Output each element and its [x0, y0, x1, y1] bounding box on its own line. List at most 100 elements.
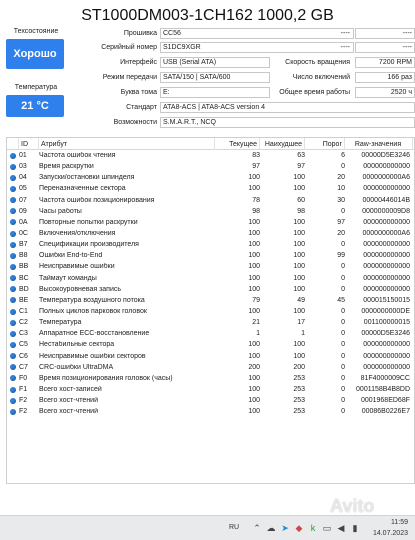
row-raw: 0000000000A6 [362, 230, 411, 238]
cloud-icon[interactable]: ☁ [266, 523, 276, 533]
status-cell [7, 263, 19, 270]
row-raw: 0000000000A6 [362, 174, 411, 182]
k-app-icon[interactable]: k [308, 523, 318, 533]
transfer-label: Режим передачи [102, 74, 157, 81]
clock-date[interactable]: 14.07.2023 [368, 530, 408, 537]
row-threshold: 0 [341, 341, 345, 349]
row-worst: 100 [293, 218, 305, 226]
row-threshold: 0 [341, 319, 345, 327]
language-indicator[interactable]: RU [229, 524, 239, 531]
header-raw[interactable]: Raw-значения [345, 138, 413, 150]
table-row[interactable]: 0C Включения/отключения 100 100 20 0000000000… [7, 228, 414, 239]
row-worst: 49 [297, 296, 305, 304]
row-worst: 100 [293, 174, 305, 182]
blank1-field[interactable]: ---- [355, 28, 415, 39]
telegram-icon[interactable]: ➤ [280, 523, 290, 533]
rpm-field[interactable]: 7200 RPM [355, 57, 415, 68]
header-id[interactable]: ID [19, 138, 39, 150]
standard-field[interactable]: ATA8-ACS | ATA8-ACS version 4 [160, 102, 415, 113]
row-worst: 253 [293, 408, 305, 416]
table-row[interactable]: F2 Всего хост-чтений 100 253 0 00086B0226E7 [7, 406, 414, 417]
row-threshold: 0 [341, 363, 345, 371]
status-cell [7, 397, 19, 404]
row-attribute: Температура воздушного потока [39, 296, 145, 304]
row-current: 100 [248, 241, 260, 249]
table-row[interactable]: 07 Частота ошибок позиционирования 78 60 30 0… [7, 195, 414, 206]
row-current: 100 [248, 308, 260, 316]
row-raw: 000000000000 [363, 263, 410, 271]
row-attribute: Аппаратное ECC-восстановление [39, 330, 150, 338]
table-row[interactable]: 05 Переназначенные сектора 100 100 10 0000000… [7, 183, 414, 194]
table-row[interactable]: B8 Ошибки End-to-End 100 100 99 000000000000 [7, 250, 414, 261]
table-row[interactable]: C7 CRC-ошибки UltraDMA 200 200 0 000000000000 [7, 362, 414, 373]
header-threshold[interactable]: Порог [305, 138, 345, 150]
header-worst[interactable]: Наихудшее [260, 138, 305, 150]
row-attribute: Нестабильные сектора [39, 341, 115, 349]
table-row[interactable]: F1 Всего хост-записей 100 253 0 0001158B4B8DD [7, 384, 414, 395]
status-dot-icon [10, 241, 16, 248]
transfer-field[interactable]: SATA/150 | SATA/600 [160, 72, 270, 83]
blank2-field[interactable]: ---- [355, 42, 415, 53]
status-cell [7, 297, 19, 304]
table-row[interactable]: BD Высокоуровневая запись 100 100 0 000000000… [7, 284, 414, 295]
row-id: BC [19, 274, 29, 282]
table-row[interactable]: C5 Нестабильные сектора 100 100 0 00000000000… [7, 339, 414, 350]
table-row[interactable]: BB Неисправимые ошибки 100 100 0 000000000000 [7, 261, 414, 272]
row-current: 100 [248, 274, 260, 282]
table-row[interactable]: C2 Температура 21 17 0 001100000015 [7, 317, 414, 328]
row-current: 1 [256, 330, 260, 338]
status-cell [7, 308, 19, 315]
row-id: B7 [19, 241, 28, 249]
power-hours-field[interactable]: 2520 ч [355, 87, 415, 98]
status-cell [7, 353, 19, 360]
status-dot-icon [10, 197, 16, 204]
clock-time[interactable]: 11:59 [368, 519, 408, 526]
interface-field[interactable]: USB (Serial ATA) [160, 57, 270, 68]
table-row[interactable]: BC Таймаут команды 100 100 0 000000000000 [7, 273, 414, 284]
row-worst: 60 [297, 196, 305, 204]
status-dot-icon [10, 163, 16, 170]
app-tray-icon[interactable]: ◆ [294, 523, 304, 533]
features-label: Возможности [113, 119, 157, 126]
table-row[interactable]: BE Температура воздушного потока 79 49 45 000… [7, 295, 414, 306]
row-worst: 17 [297, 319, 305, 327]
volume-field[interactable]: E: [160, 87, 270, 98]
row-raw: 000000000000 [363, 285, 410, 293]
blank1-label: ---- [340, 30, 350, 37]
serial-field[interactable]: S1DC9XGR [160, 42, 354, 53]
smart-table[interactable]: ID Атрибут Текущее Наихудшее Порог Raw-з… [6, 137, 415, 484]
table-row[interactable]: F2 Всего хост-чтений 100 253 0 0001968ED68F [7, 395, 414, 406]
tray-arrow-icon[interactable]: ⌃ [252, 523, 262, 533]
table-row[interactable]: C1 Полных циклов парковок головок 100 100 0 0… [7, 306, 414, 317]
row-attribute: Всего хост-записей [39, 386, 102, 394]
table-row[interactable]: 04 Запуски/остановки шпинделя 100 100 20 0000… [7, 172, 414, 183]
row-raw: 000000000000 [363, 341, 410, 349]
table-row[interactable]: F0 Время позиционирования головок (часы) 1… [7, 373, 414, 384]
row-worst: 100 [293, 185, 305, 193]
table-row[interactable]: 03 Время раскрутки 97 97 0 000000000000 [7, 161, 414, 172]
status-dot-icon [10, 219, 16, 226]
power-count-field[interactable]: 166 раз [355, 72, 415, 83]
table-row[interactable]: 0A Повторные попытки раскрутки 100 100 97 000… [7, 217, 414, 228]
firmware-field[interactable]: CC56 [160, 28, 354, 39]
table-row[interactable]: C6 Неисправимые ошибки секторов 100 100 0 000… [7, 351, 414, 362]
features-field[interactable]: S.M.A.R.T., NCQ [160, 117, 415, 128]
row-attribute: Ошибки End-to-End [39, 252, 103, 260]
volume-icon[interactable]: ◀ [336, 523, 346, 533]
row-id: F2 [19, 397, 28, 405]
table-row[interactable]: 01 Частота ошибок чтения 83 63 6 00000D5E3246 [7, 150, 414, 161]
table-row[interactable]: C3 Аппаратное ECC-восстановление 1 1 0 00000D… [7, 328, 414, 339]
row-raw: 00000446014B [362, 196, 411, 204]
row-attribute: CRC-ошибки UltraDMA [39, 363, 114, 371]
table-row[interactable]: 09 Часы работы 98 98 0 0000000009D8 [7, 206, 414, 217]
row-current: 100 [248, 285, 260, 293]
network-icon[interactable]: ▭ [322, 523, 332, 533]
status-dot-icon [10, 319, 16, 326]
battery-icon[interactable]: ▮ [350, 523, 360, 533]
table-row[interactable]: B7 Спецификации производителя 100 100 0 00000… [7, 239, 414, 250]
row-attribute: Полных циклов парковок головок [39, 308, 147, 316]
row-attribute: Таймаут команды [39, 274, 97, 282]
header-current[interactable]: Текущее [215, 138, 260, 150]
header-attribute[interactable]: Атрибут [39, 138, 215, 150]
row-id: BD [19, 285, 29, 293]
